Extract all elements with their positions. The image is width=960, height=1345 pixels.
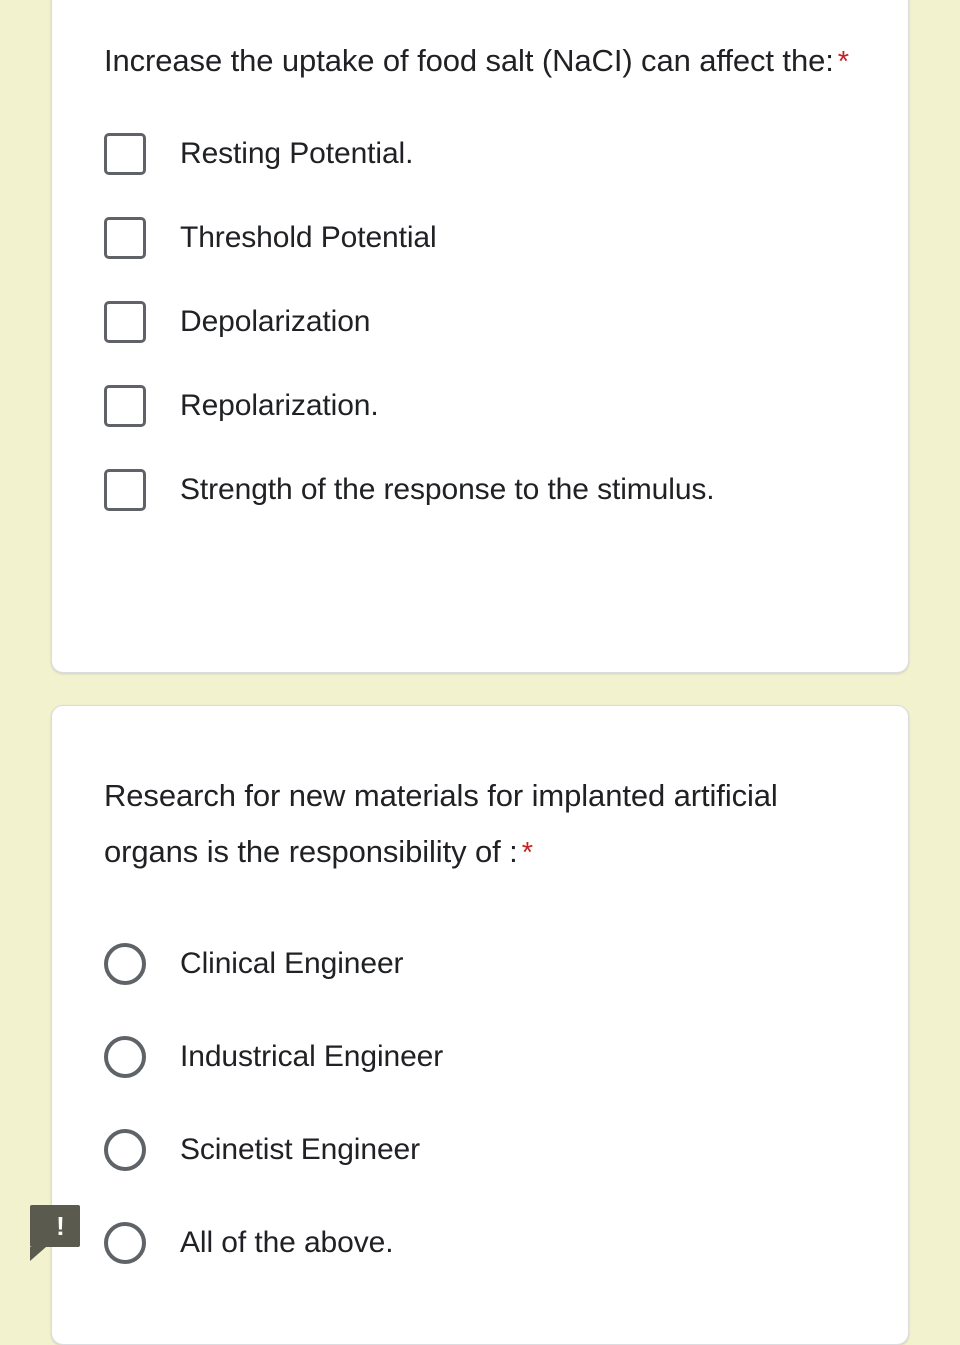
- option-label: Industrical Engineer: [180, 1039, 444, 1073]
- exclamation-badge-glyph: !: [56, 1211, 65, 1241]
- question-2-title-text: Research for new materials for implanted…: [104, 778, 778, 869]
- option-label: Threshold Potential: [180, 221, 437, 254]
- checkbox-icon-resting-potential[interactable]: [104, 133, 146, 175]
- option-label: Depolarization: [180, 305, 371, 338]
- question-card-2-inner: Research for new materials for implanted…: [52, 706, 908, 1289]
- option-row[interactable]: All of the above.: [104, 1196, 856, 1289]
- option-row[interactable]: Clinical Engineer: [104, 917, 856, 1010]
- option-label: Scinetist Engineer: [180, 1132, 421, 1166]
- option-label: Clinical Engineer: [180, 946, 404, 980]
- question-1-title: Increase the uptake of food salt (NaCI) …: [104, 33, 856, 90]
- option-row[interactable]: Scinetist Engineer: [104, 1103, 856, 1196]
- question-1-title-text: Increase the uptake of food salt (NaCI) …: [104, 43, 834, 78]
- radio-icon-clinical-engineer[interactable]: [104, 942, 146, 985]
- question-card-1-inner: Increase the uptake of food salt (NaCI) …: [52, 0, 908, 532]
- radio-icon-industrical-engineer[interactable]: [104, 1035, 146, 1078]
- option-row[interactable]: Strength of the response to the stimulus…: [104, 448, 856, 532]
- option-row[interactable]: Depolarization: [104, 280, 856, 364]
- question-2-title: Research for new materials for implanted…: [104, 768, 856, 881]
- question-card-1: Increase the uptake of food salt (NaCI) …: [51, 0, 909, 673]
- question-1-required-asterisk: *: [837, 46, 849, 78]
- option-row[interactable]: Repolarization.: [104, 364, 856, 448]
- question-2-options: Clinical Engineer Industrical Engineer S…: [104, 917, 856, 1289]
- question-1-options: Resting Potential. Threshold Potential D…: [104, 112, 856, 532]
- radio-icon-all-of-the-above[interactable]: [104, 1221, 146, 1264]
- option-label: Resting Potential.: [180, 137, 414, 170]
- option-row[interactable]: Industrical Engineer: [104, 1010, 856, 1103]
- radio-icon-scinetist-engineer[interactable]: [104, 1128, 146, 1171]
- checkbox-icon-depolarization[interactable]: [104, 301, 146, 343]
- option-label: Strength of the response to the stimulus…: [180, 473, 715, 506]
- question-card-2: Research for new materials for implanted…: [51, 705, 909, 1345]
- option-label: Repolarization.: [180, 389, 379, 422]
- option-label: All of the above.: [180, 1225, 394, 1259]
- option-row[interactable]: Resting Potential.: [104, 112, 856, 196]
- checkbox-icon-strength-of-response[interactable]: [104, 469, 146, 511]
- checkbox-icon-repolarization[interactable]: [104, 385, 146, 427]
- exclamation-badge-icon[interactable]: !: [30, 1205, 80, 1261]
- form-scroll-area[interactable]: Increase the uptake of food salt (NaCI) …: [0, 0, 960, 1345]
- question-2-required-asterisk: *: [521, 837, 533, 869]
- option-row[interactable]: Threshold Potential: [104, 196, 856, 280]
- checkbox-icon-threshold-potential[interactable]: [104, 217, 146, 259]
